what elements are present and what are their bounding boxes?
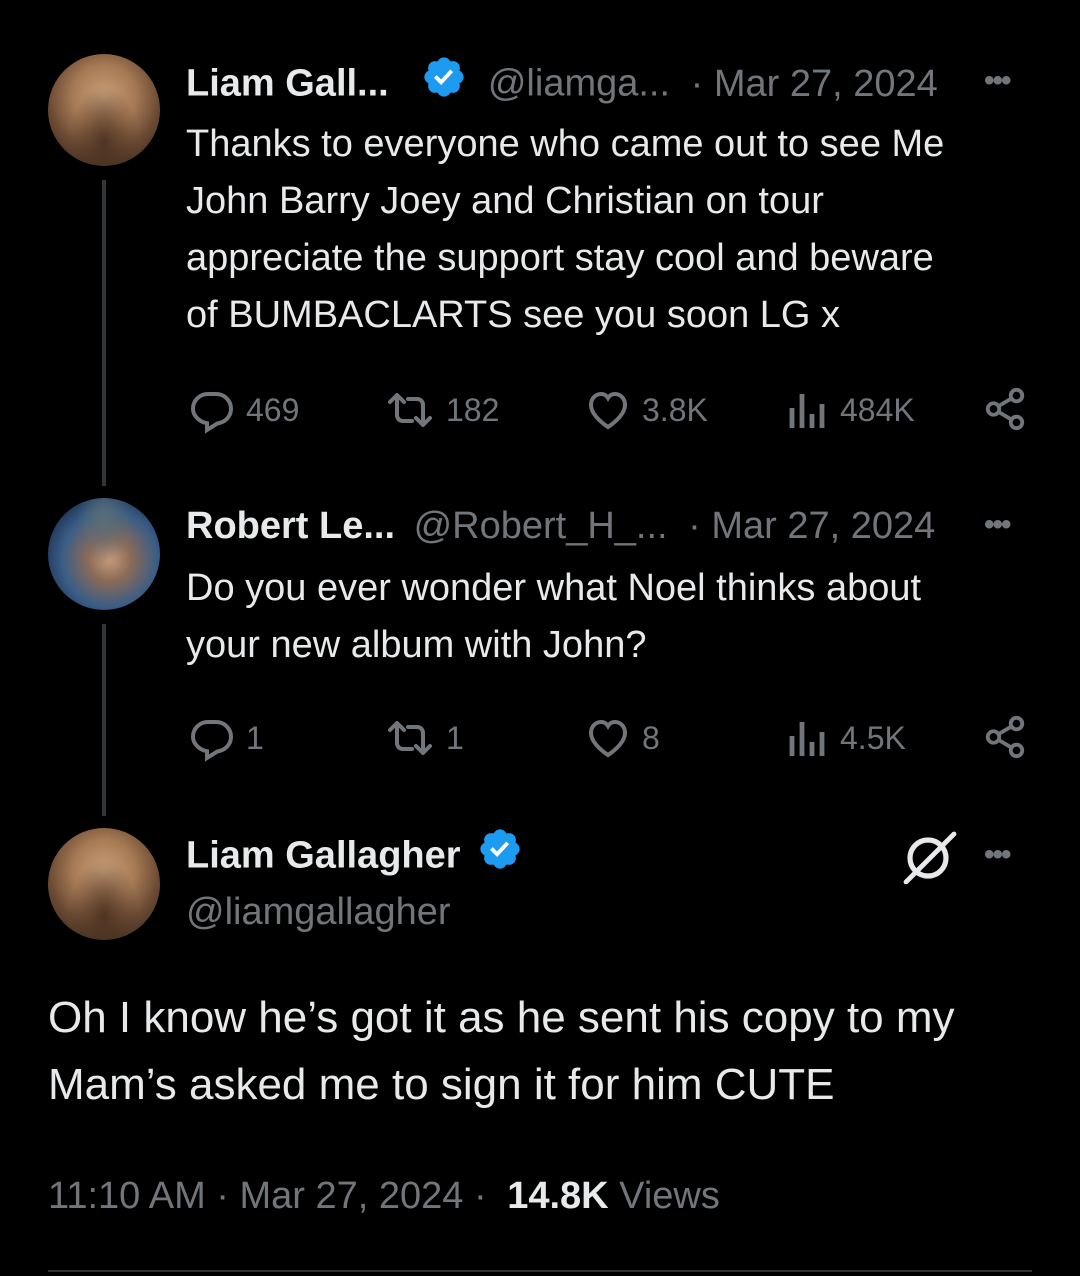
reply-button[interactable]: 469 [188, 386, 299, 434]
post-text: Thanks to everyone who came out to see M… [186, 123, 945, 336]
verified-badge-icon [477, 826, 523, 889]
repost-icon [384, 386, 436, 434]
author-handle[interactable]: @liamgallagher [186, 884, 451, 941]
repost-button[interactable]: 1 [384, 714, 464, 762]
post-time[interactable]: 11:10 AM [48, 1175, 206, 1217]
more-icon[interactable]: ••• [984, 64, 1011, 98]
post-text: Do you ever wonder what Noel thinks abou… [186, 567, 922, 666]
reply-button[interactable]: 1 [188, 714, 264, 762]
grok-icon[interactable] [900, 830, 958, 889]
thread-line [102, 180, 106, 486]
reply-count: 469 [246, 391, 300, 428]
verified-badge-icon [421, 54, 467, 117]
avatar[interactable] [48, 828, 160, 940]
more-icon[interactable]: ••• [984, 508, 1011, 542]
repost-icon [384, 714, 436, 762]
repost-count: 1 [446, 719, 464, 756]
views-label: Views [619, 1175, 720, 1217]
like-button[interactable]: 3.8K [584, 386, 708, 434]
post-header: Robert Le... @Robert_H_... · Mar 27, 202… [186, 498, 935, 555]
divider [48, 1270, 1032, 1272]
author-handle[interactable]: @liamga... [488, 63, 670, 105]
more-icon[interactable]: ••• [984, 838, 1011, 872]
avatar[interactable] [48, 498, 160, 610]
post-text: Oh I know he’s got it as he sent his cop… [48, 993, 955, 1109]
share-button[interactable] [982, 714, 1028, 760]
post-date[interactable]: · Mar 27, 2024 · [216, 1175, 486, 1217]
post-date[interactable]: · Mar 27, 2024 [691, 63, 938, 105]
share-icon [982, 714, 1028, 760]
views-icon [786, 386, 830, 434]
like-count: 8 [642, 719, 660, 756]
post-header: Liam Gallagher [186, 826, 523, 889]
views-count: 14.8K [507, 1175, 609, 1217]
author-name[interactable]: Liam Gallagher [186, 835, 461, 877]
post-date[interactable]: · Mar 27, 2024 [688, 505, 935, 547]
thread-line [102, 624, 106, 816]
heart-icon [584, 386, 632, 434]
views-button[interactable]: 4.5K [786, 714, 906, 762]
author-name[interactable]: Robert Le... [186, 505, 395, 547]
heart-icon [584, 714, 632, 762]
views-button[interactable]: 484K [786, 386, 915, 434]
views-count: 4.5K [840, 719, 906, 756]
reply-icon [188, 714, 236, 762]
share-icon [982, 386, 1028, 432]
share-button[interactable] [982, 386, 1028, 432]
views-count: 484K [840, 391, 915, 428]
avatar[interactable] [48, 54, 160, 166]
reply-icon [188, 386, 236, 434]
repost-button[interactable]: 182 [384, 386, 499, 434]
author-name[interactable]: Liam Gall... [186, 63, 389, 105]
like-count: 3.8K [642, 391, 708, 428]
like-button[interactable]: 8 [584, 714, 660, 762]
views-icon [786, 714, 830, 762]
repost-count: 182 [446, 391, 500, 428]
reply-count: 1 [246, 719, 264, 756]
post-meta: 11:10 AM · Mar 27, 2024 · 14.8K Views [48, 1168, 720, 1224]
post-header: Liam Gall... @liamga... · Mar 27, 2024 [186, 54, 938, 117]
author-handle[interactable]: @Robert_H_... [414, 505, 668, 547]
